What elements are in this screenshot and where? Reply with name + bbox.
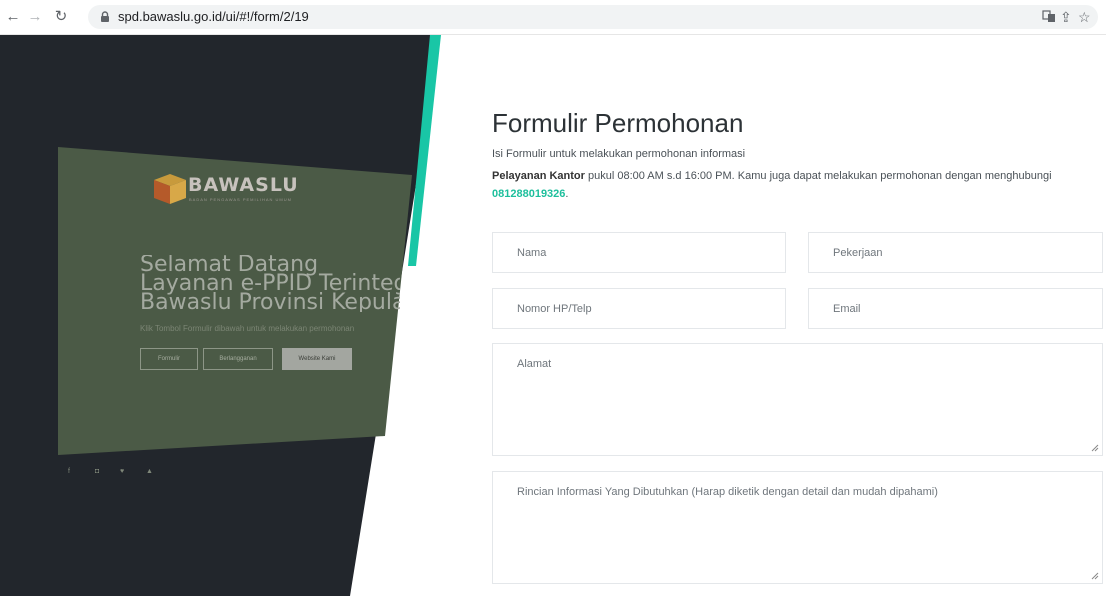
forward-icon[interactable]: → (26, 8, 44, 26)
office-hours-info: Pelayanan Kantor pukul 08:00 AM s.d 16:0… (492, 167, 1092, 203)
alamat-placeholder: Alamat (517, 358, 552, 370)
office-hours-label: Pelayanan Kantor (492, 170, 585, 182)
resize-handle-icon[interactable] (1091, 572, 1099, 580)
formulir-button[interactable]: Formulir (140, 348, 198, 370)
instagram-icon[interactable]: ◘ (95, 468, 99, 475)
nomor-hp-input[interactable]: Nomor HP/Telp (492, 288, 786, 329)
pekerjaan-input[interactable]: Pekerjaan (808, 232, 1103, 273)
form-title: Formulir Permohonan (492, 108, 744, 138)
website-kami-button[interactable]: Website Kami (282, 348, 352, 370)
berlangganan-button[interactable]: Berlangganan (203, 348, 273, 370)
lock-icon (101, 11, 109, 22)
translate-icon[interactable] (1042, 9, 1056, 26)
email-placeholder: Email (833, 303, 861, 315)
bookmark-star-icon[interactable]: ☆ (1078, 9, 1091, 25)
twitter-icon[interactable]: ♥ (120, 468, 124, 475)
form-subtitle: Isi Formulir untuk melakukan permohonan … (492, 148, 746, 160)
office-hours-text: pukul 08:00 AM s.d 16:00 PM. Kamu juga d… (584, 170, 1052, 182)
nomor-hp-placeholder: Nomor HP/Telp (517, 303, 592, 315)
resize-handle-icon[interactable] (1091, 444, 1099, 452)
rincian-informasi-textarea[interactable]: Rincian Informasi Yang Dibutuhkan (Harap… (492, 471, 1103, 584)
phone-suffix: . (565, 188, 569, 200)
browser-toolbar: ← → ↻ spd.bawaslu.go.id/ui/#!/form/2/19 … (0, 0, 1106, 35)
url-text[interactable]: spd.bawaslu.go.id/ui/#!/form/2/19 (118, 9, 309, 24)
hero-logo-text: BAWASLU (188, 174, 299, 196)
email-input[interactable]: Email (808, 288, 1103, 329)
hero-title: Selamat Datang Layanan e-PPID Terintegra… (140, 255, 400, 312)
share-icon[interactable]: ⇪ (1060, 9, 1072, 25)
back-icon[interactable]: ← (4, 8, 22, 26)
facebook-icon[interactable]: f (68, 468, 70, 475)
pekerjaan-placeholder: Pekerjaan (833, 247, 883, 259)
nama-placeholder: Nama (517, 247, 547, 259)
youtube-icon[interactable]: ▲ (146, 468, 153, 475)
alamat-textarea[interactable]: Alamat (492, 343, 1103, 456)
rincian-placeholder: Rincian Informasi Yang Dibutuhkan (Harap… (517, 486, 938, 498)
address-bar[interactable]: spd.bawaslu.go.id/ui/#!/form/2/19 ⇪ ☆ (88, 5, 1098, 29)
phone-link[interactable]: 081288019326 (492, 188, 565, 200)
hero-logo-subtitle: BADAN PENGAWAS PEMILIHAN UMUM (189, 197, 292, 202)
reload-icon[interactable]: ↻ (52, 8, 70, 26)
hero-note: Klik Tombol Formulir dibawah untuk melak… (140, 324, 355, 333)
hero-title-line: Bawaslu Provinsi Kepulauan (140, 290, 400, 313)
nama-input[interactable]: Nama (492, 232, 786, 273)
